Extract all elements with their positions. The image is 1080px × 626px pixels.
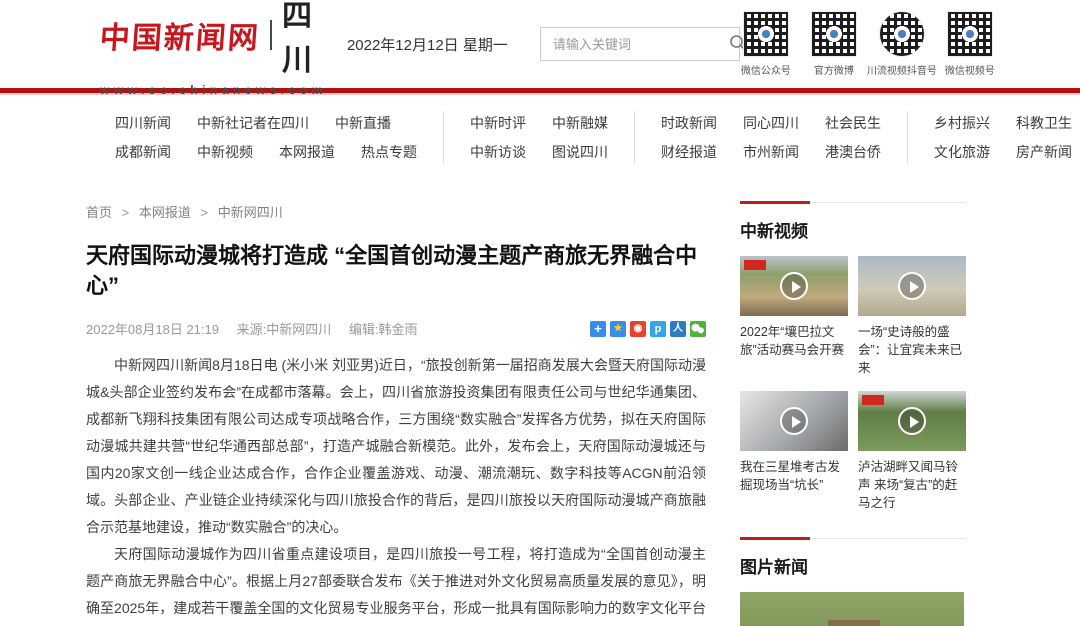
breadcrumb: 首页 > 本网报道 > 中新网四川 (86, 202, 706, 221)
site-url: www.sc.chinanews.com (100, 83, 327, 97)
article-paragraph: 天府国际动漫城作为四川省重点建设项目，是四川旅投一号工程，将打造成为“全国首创动… (86, 541, 706, 626)
video-caption[interactable]: 我在三星堆考古发掘现场当“坑长” (740, 458, 848, 494)
nav-item-cns-video[interactable]: 中新视频 (197, 142, 253, 162)
nav-item-site-report[interactable]: 本网报道 (279, 142, 335, 162)
video-thumbnail[interactable] (740, 391, 848, 451)
nav-item-pictures-sichuan[interactable]: 图说四川 (552, 142, 608, 162)
video-caption[interactable]: 泸沽湖畔又闻马铃声 来场“复古”的赶马之行 (858, 458, 966, 512)
main-navigation: 四川新闻 中新社记者在四川 中新直播 成都新闻 中新视频 本网报道 热点专题 中… (0, 95, 1080, 178)
play-icon (780, 272, 808, 300)
photo-news-section: 图片新闻 (740, 538, 966, 626)
channel-badge (744, 260, 766, 270)
section-accent-tick (740, 201, 810, 204)
nav-group-politics-society: 时政新闻 同心四川 社会民生 财经报道 市州新闻 港澳台侨 (635, 111, 908, 164)
nav-item-politics-news[interactable]: 时政新闻 (661, 113, 717, 133)
breadcrumb-separator: > (122, 205, 130, 220)
current-date: 2022年12月12日 星期一 (347, 34, 508, 55)
nav-item-hk-macao-taiwan[interactable]: 港澳台侨 (825, 142, 881, 162)
share-wechat-icon[interactable] (690, 321, 706, 337)
article-title: 天府国际动漫城将打造成 “全国首创动漫主题产商旅无界融合中心” (86, 241, 706, 301)
qr-code-image (947, 11, 993, 57)
main-content: 首页 > 本网报道 > 中新网四川 天府国际动漫城将打造成 “全国首创动漫主题产… (0, 178, 1080, 626)
qr-code-image (811, 11, 857, 57)
video-thumbnail[interactable] (858, 391, 966, 451)
qr-code-strip: 微信公众号 官方微博 川流视频抖音号 微信视频号 (740, 11, 996, 77)
nav-group-opinion: 中新时评 中新融媒 中新访谈 图说四川 (444, 111, 635, 164)
nav-item-hot-topics[interactable]: 热点专题 (361, 142, 417, 162)
logo-divider (270, 20, 272, 50)
nav-item-property-news[interactable]: 房产新闻 (1016, 142, 1072, 162)
site-header: 中国新闻网 四川 www.sc.chinanews.com 2022年12月12… (0, 0, 1080, 88)
qr-label: 微信公众号 (741, 62, 791, 77)
video-card[interactable]: 我在三星堆考古发掘现场当“坑长” (740, 391, 848, 512)
logo-brand-text: 中国新闻网 (98, 13, 261, 57)
nav-item-culture-tourism[interactable]: 文化旅游 (934, 142, 990, 162)
breadcrumb-home[interactable]: 首页 (86, 205, 112, 220)
qr-code-image (879, 11, 925, 57)
play-icon (780, 407, 808, 435)
section-accent-tick (740, 537, 810, 540)
video-caption[interactable]: 一场“史诗般的盛会”：让宜宾未来已来 (858, 323, 966, 377)
logo-region-text: 四川 (282, 0, 327, 79)
video-thumbnail[interactable] (858, 256, 966, 316)
search-box (540, 27, 740, 61)
share-more-icon[interactable]: + (590, 321, 606, 337)
nav-item-sichuan-news[interactable]: 四川新闻 (115, 113, 171, 133)
breadcrumb-site-report[interactable]: 本网报道 (139, 205, 191, 220)
video-grid: 2022年“壤巴拉文旅”活动赛马会开赛 一场“史诗般的盛会”：让宜宾未来已来 我… (740, 256, 966, 512)
share-tencent-weibo-icon[interactable]: p (650, 321, 666, 337)
breadcrumb-current[interactable]: 中新网四川 (218, 205, 283, 220)
nav-item-live[interactable]: 中新直播 (335, 113, 391, 133)
video-thumbnail[interactable] (740, 256, 848, 316)
nav-item-society-livelihood[interactable]: 社会民生 (825, 113, 881, 133)
share-toolbar: + ★ ◉ p 人 (590, 321, 706, 337)
qr-wechat-video: 微信视频号 (944, 11, 996, 77)
video-section: 中新视频 2022年“壤巴拉文旅”活动赛马会开赛 一场“史诗般的盛会”：让宜宾未… (740, 202, 966, 512)
photo-news-image[interactable] (740, 592, 964, 626)
nav-item-city-news[interactable]: 市州新闻 (743, 142, 799, 162)
video-section-title: 中新视频 (740, 217, 966, 242)
share-renren-icon[interactable]: 人 (670, 321, 686, 337)
article-column: 首页 > 本网报道 > 中新网四川 天府国际动漫城将打造成 “全国首创动漫主题产… (86, 202, 706, 626)
site-logo[interactable]: 中国新闻网 四川 www.sc.chinanews.com (100, 0, 327, 97)
qr-douyin-channel: 川流视频抖音号 (876, 11, 928, 77)
nav-group-local: 四川新闻 中新社记者在四川 中新直播 成都新闻 中新视频 本网报道 热点专题 (115, 111, 444, 164)
channel-badge (862, 395, 884, 405)
sidebar: 中新视频 2022年“壤巴拉文旅”活动赛马会开赛 一场“史诗般的盛会”：让宜宾未… (740, 202, 966, 626)
nav-group-life: 乡村振兴 科教卫生 娱乐体育 文化旅游 房产新闻 生活服务 (908, 111, 1080, 164)
video-card[interactable]: 2022年“壤巴拉文旅”活动赛马会开赛 (740, 256, 848, 377)
article-source: 来源:中新网四川 (237, 322, 332, 337)
qr-weibo-official: 官方微博 (808, 11, 860, 77)
breadcrumb-separator: > (201, 205, 209, 220)
article-paragraph: 中新网四川新闻8月18日电 (米小米 刘亚男)近日，“旅投创新第一届招商发展大会… (86, 352, 706, 541)
qr-wechat-official: 微信公众号 (740, 11, 792, 77)
nav-item-commentary[interactable]: 中新时评 (470, 113, 526, 133)
share-weibo-icon[interactable]: ◉ (630, 321, 646, 337)
article-editor: 编辑:韩金雨 (349, 322, 418, 337)
photo-section-title: 图片新闻 (740, 553, 966, 578)
search-input[interactable] (553, 37, 729, 52)
nav-item-reporters-in-sichuan[interactable]: 中新社记者在四川 (197, 113, 309, 133)
play-icon (898, 272, 926, 300)
share-qzone-icon[interactable]: ★ (610, 321, 626, 337)
article-meta-row: 2022年08月18日 21:19 来源:中新网四川 编辑:韩金雨 + ★ ◉ … (86, 319, 706, 338)
nav-item-tongxin-sichuan[interactable]: 同心四川 (743, 113, 799, 133)
video-card[interactable]: 泸沽湖畔又闻马铃声 来场“复古”的赶马之行 (858, 391, 966, 512)
article-meta: 2022年08月18日 21:19 来源:中新网四川 编辑:韩金雨 (86, 319, 431, 338)
article-body: 中新网四川新闻8月18日电 (米小米 刘亚男)近日，“旅投创新第一届招商发展大会… (86, 352, 706, 626)
qr-label: 微信视频号 (945, 62, 995, 77)
article-datetime: 2022年08月18日 21:19 (86, 322, 219, 337)
video-card[interactable]: 一场“史诗般的盛会”：让宜宾未来已来 (858, 256, 966, 377)
qr-label: 川流视频抖音号 (867, 62, 937, 77)
nav-item-finance-report[interactable]: 财经报道 (661, 142, 717, 162)
nav-item-converged-media[interactable]: 中新融媒 (552, 113, 608, 133)
qr-code-image (743, 11, 789, 57)
play-icon (898, 407, 926, 435)
nav-item-interviews[interactable]: 中新访谈 (470, 142, 526, 162)
nav-item-science-education-health[interactable]: 科教卫生 (1016, 113, 1072, 133)
video-caption[interactable]: 2022年“壤巴拉文旅”活动赛马会开赛 (740, 323, 848, 359)
nav-item-chengdu-news[interactable]: 成都新闻 (115, 142, 171, 162)
nav-item-rural-revitalization[interactable]: 乡村振兴 (934, 113, 990, 133)
qr-label: 官方微博 (814, 62, 854, 77)
